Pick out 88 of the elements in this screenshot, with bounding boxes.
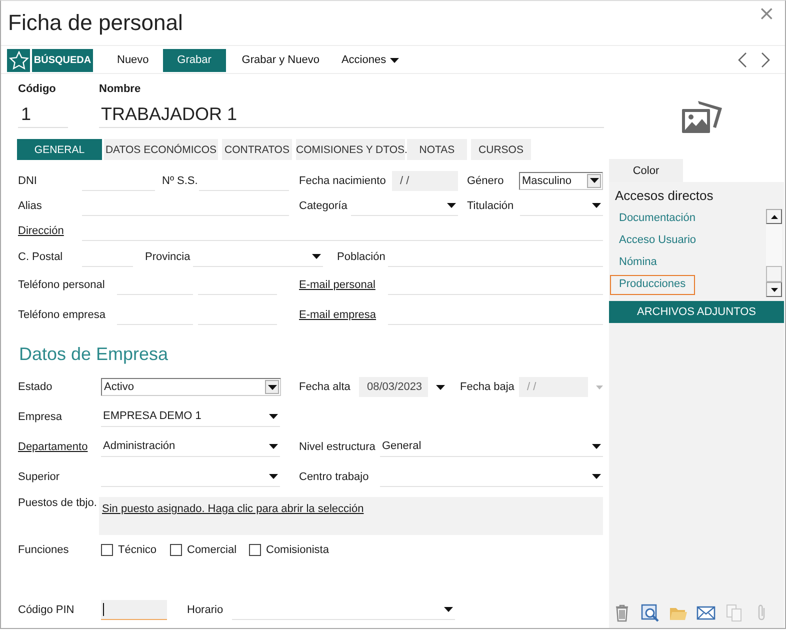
field-link[interactable]: Dirección (18, 224, 82, 236)
field-label: Categoría (299, 200, 348, 212)
caret-icon[interactable] (269, 474, 278, 479)
checkbox[interactable]: Comercial (170, 544, 240, 556)
field-label: Centro trabajo (299, 471, 370, 483)
field-label: Fecha nacimiento (299, 174, 387, 186)
selection-link[interactable]: Sin puesto asignado. Haga clic para abrir la selección (102, 503, 364, 515)
close-button[interactable]: × (758, 3, 775, 23)
panel-title: Accesos directos (615, 188, 714, 205)
caret-icon[interactable] (269, 444, 278, 448)
tab[interactable]: CURSOS (471, 139, 531, 160)
field-label: Teléfono empresa (18, 309, 106, 321)
dropdown-field[interactable]: Administración (101, 436, 280, 456)
shortcut-link[interactable]: Acceso Usuario (610, 231, 706, 251)
field-label: Nº S.S. (162, 174, 199, 186)
field-label: Fecha alta (299, 381, 352, 393)
favorite-button[interactable] (7, 48, 30, 72)
name-field[interactable]: TRABAJADOR 1 (99, 98, 604, 128)
field-link[interactable]: Departamento (18, 440, 101, 452)
toolbar-button[interactable]: Grabar y Nuevo (242, 48, 320, 72)
field-label: DNI (18, 174, 38, 186)
field-label: Horario (187, 604, 224, 616)
caret-icon[interactable] (447, 202, 456, 208)
caret-icon[interactable] (590, 178, 598, 183)
select-field[interactable]: Activo (101, 378, 281, 396)
chevron-right-icon[interactable] (761, 52, 771, 68)
date-field[interactable]: 08/03/2023 (359, 377, 428, 397)
field-link[interactable]: E-mail personal (299, 279, 388, 291)
field-label: Código (18, 83, 57, 97)
window-title: Ficha de personal (8, 10, 183, 36)
caret-icon[interactable] (592, 474, 601, 479)
photo-icon[interactable] (680, 98, 724, 134)
text-field[interactable] (101, 600, 167, 620)
code-field[interactable]: 1 (18, 98, 68, 128)
field-label: Estado (18, 381, 54, 393)
chevron-left-icon[interactable] (737, 52, 747, 68)
field-label: Nivel estructura (299, 440, 376, 452)
section-heading: Datos de Empresa (19, 343, 170, 366)
field-label: Empresa (18, 410, 64, 422)
checkbox[interactable]: Comisionista (249, 544, 330, 556)
tab[interactable]: GENERAL (17, 139, 102, 160)
field-label: Alias (18, 200, 43, 212)
dropdown-field[interactable]: General (380, 436, 603, 456)
field-label: Género (467, 174, 505, 186)
shortcut-link[interactable]: Documentación (610, 209, 704, 229)
caret-icon[interactable] (592, 202, 601, 208)
caret-icon[interactable] (436, 384, 445, 390)
field-label: Nombre (99, 83, 142, 97)
field-label: Titulación (467, 200, 515, 212)
field-label: Superior (18, 471, 61, 483)
caret-icon[interactable] (269, 414, 278, 418)
select-field[interactable]: Masculino (519, 172, 603, 190)
field-label: Teléfono personal (18, 279, 106, 291)
caret-up-icon[interactable] (770, 214, 778, 218)
tab[interactable]: NOTAS (407, 139, 467, 160)
shortcut-link[interactable]: Producciones (610, 275, 695, 295)
field-label: Funciones (18, 544, 70, 556)
star-icon (8, 50, 28, 70)
save-button[interactable]: Grabar (162, 48, 226, 72)
color-tab[interactable]: Color (609, 159, 683, 182)
search-button[interactable]: BÚSQUEDA (32, 48, 93, 72)
caret-icon[interactable] (592, 444, 601, 448)
date-field[interactable]: / / (392, 170, 458, 190)
actions-menu-button[interactable]: Acciones (341, 48, 400, 72)
search-icon[interactable] (640, 603, 660, 623)
field-label: Fecha baja (460, 381, 516, 393)
caret-icon[interactable] (268, 384, 276, 390)
shortcut-link[interactable]: Nómina (610, 253, 666, 273)
caret-down-icon[interactable] (770, 288, 778, 292)
caret-icon (390, 58, 400, 62)
tab[interactable]: DATOS ECONÓMICOS (104, 139, 218, 160)
caret-icon[interactable] (312, 254, 321, 258)
checkbox[interactable]: Técnico (101, 544, 165, 556)
field-label: Provincia (145, 250, 192, 262)
field-label: C. Postal (18, 250, 64, 262)
field-label: Código PIN (18, 604, 76, 616)
field-label: Puestos de tbjo. (18, 497, 98, 511)
toolbar-button[interactable]: Nuevo (117, 48, 149, 72)
attachments-header: ARCHIVOS ADJUNTOS (609, 301, 784, 323)
dropdown-field[interactable]: EMPRESA DEMO 1 (101, 406, 280, 426)
field-link[interactable]: E-mail empresa (299, 309, 388, 321)
tab[interactable]: CONTRATOS (222, 139, 292, 160)
tab[interactable]: COMISIONES Y DTOS. (296, 139, 405, 160)
scrollbar[interactable] (766, 209, 782, 297)
caret-icon[interactable] (444, 607, 453, 612)
selection-panel[interactable]: Sin puesto asignado. Haga clic para abrir la selección (99, 497, 603, 535)
field-label: Población (337, 250, 386, 262)
scroll-thumb[interactable] (766, 266, 782, 282)
